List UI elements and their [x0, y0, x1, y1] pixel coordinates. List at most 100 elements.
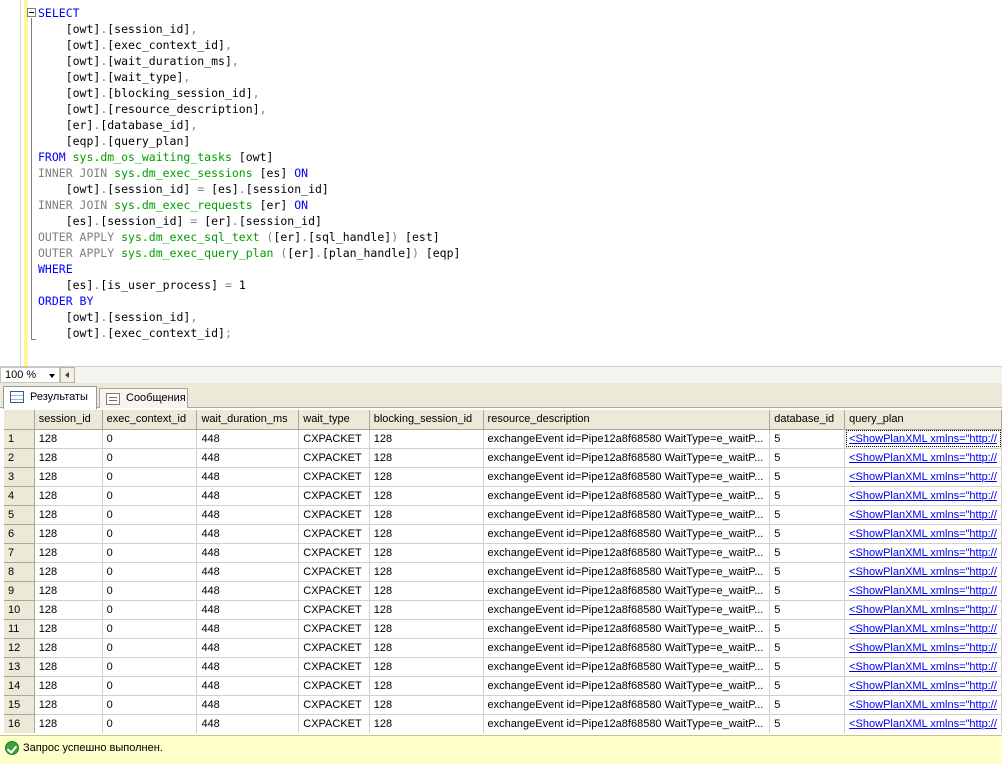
table-row[interactable]: 8 128 0 448 CXPACKET 128 exchangeEvent id=Pipe…	[4, 562, 1002, 582]
table-cell[interactable]: 448	[196, 486, 300, 506]
table-row[interactable]: 9 128 0 448 CXPACKET 128 exchangeEvent id=Pipe…	[4, 581, 1002, 601]
table-cell[interactable]: exchangeEvent id=Pipe12a8f68580 WaitType…	[483, 619, 771, 639]
table-cell[interactable]: 0	[102, 600, 198, 620]
column-header-session-id[interactable]: session_id	[34, 410, 103, 430]
table-cell[interactable]: 128	[34, 524, 103, 544]
row-number[interactable]: 8	[4, 562, 35, 582]
table-cell[interactable]: 128	[369, 695, 484, 715]
table-cell[interactable]: 128	[369, 581, 484, 601]
table-cell[interactable]: 128	[369, 505, 484, 525]
results-grid[interactable]: session_id exec_context_id wait_duration_m…	[4, 410, 1002, 733]
table-cell[interactable]: 0	[102, 448, 198, 468]
table-cell[interactable]: 5	[769, 638, 846, 658]
row-number[interactable]: 1	[4, 429, 35, 449]
table-cell[interactable]: 448	[196, 676, 300, 696]
table-cell[interactable]: exchangeEvent id=Pipe12a8f68580 WaitType…	[483, 486, 771, 506]
table-cell[interactable]: CXPACKET	[298, 448, 370, 468]
table-cell[interactable]: CXPACKET	[298, 467, 370, 487]
query-plan-link[interactable]: <ShowPlanXML xmlns="http://	[844, 600, 1002, 620]
table-cell[interactable]: exchangeEvent id=Pipe12a8f68580 WaitType…	[483, 638, 771, 658]
table-cell[interactable]: CXPACKET	[298, 676, 370, 696]
table-cell[interactable]: 128	[34, 676, 103, 696]
table-cell[interactable]: 128	[34, 638, 103, 658]
query-plan-link[interactable]: <ShowPlanXML xmlns="http://	[844, 638, 1002, 658]
table-cell[interactable]: 5	[769, 543, 846, 563]
table-cell[interactable]: 0	[102, 524, 198, 544]
column-header-blocking-session-id[interactable]: blocking_session_id	[369, 410, 484, 430]
table-cell[interactable]: 0	[102, 638, 198, 658]
table-cell[interactable]: 0	[102, 657, 198, 677]
table-cell[interactable]: 128	[369, 600, 484, 620]
query-plan-link[interactable]: <ShowPlanXML xmlns="http://	[844, 467, 1002, 487]
table-row[interactable]: 10 128 0 448 CXPACKET 128 exchangeEvent id=Pip…	[4, 600, 1002, 620]
row-number[interactable]: 3	[4, 467, 35, 487]
zoom-dropdown[interactable]: 100 %	[0, 367, 60, 383]
query-plan-link[interactable]: <ShowPlanXML xmlns="http://	[844, 543, 1002, 563]
table-cell[interactable]: 128	[34, 543, 103, 563]
table-cell[interactable]: 128	[369, 676, 484, 696]
table-cell[interactable]: 128	[34, 695, 103, 715]
table-cell[interactable]: 448	[196, 600, 300, 620]
table-cell[interactable]: 448	[196, 638, 300, 658]
table-cell[interactable]: CXPACKET	[298, 657, 370, 677]
query-plan-link[interactable]: <ShowPlanXML xmlns="http://	[844, 448, 1002, 468]
query-plan-link[interactable]: <ShowPlanXML xmlns="http://	[844, 676, 1002, 696]
table-cell[interactable]: CXPACKET	[298, 714, 370, 733]
table-cell[interactable]: 5	[769, 562, 846, 582]
table-cell[interactable]: exchangeEvent id=Pipe12a8f68580 WaitType…	[483, 543, 771, 563]
sql-editor[interactable]: SELECT [owt].[session_id], [owt].[exec_c…	[0, 0, 1002, 366]
table-cell[interactable]: 128	[34, 619, 103, 639]
table-cell[interactable]: exchangeEvent id=Pipe12a8f68580 WaitType…	[483, 676, 771, 696]
row-number[interactable]: 5	[4, 505, 35, 525]
table-cell[interactable]: CXPACKET	[298, 562, 370, 582]
query-plan-link[interactable]: <ShowPlanXML xmlns="http://	[844, 714, 1002, 733]
table-cell[interactable]: 128	[34, 505, 103, 525]
table-cell[interactable]: 448	[196, 524, 300, 544]
grid-corner[interactable]	[4, 410, 35, 430]
table-cell[interactable]: 448	[196, 429, 300, 449]
table-cell[interactable]: 448	[196, 562, 300, 582]
table-cell[interactable]: exchangeEvent id=Pipe12a8f68580 WaitType…	[483, 505, 771, 525]
row-number[interactable]: 10	[4, 600, 35, 620]
table-row[interactable]: 3 128 0 448 CXPACKET 128 exchangeEvent id=Pipe…	[4, 467, 1002, 487]
query-plan-link[interactable]: <ShowPlanXML xmlns="http://	[844, 486, 1002, 506]
table-cell[interactable]: 0	[102, 619, 198, 639]
table-cell[interactable]: exchangeEvent id=Pipe12a8f68580 WaitType…	[483, 695, 771, 715]
table-cell[interactable]: 128	[34, 657, 103, 677]
table-cell[interactable]: 5	[769, 600, 846, 620]
column-header-exec-context-id[interactable]: exec_context_id	[102, 410, 198, 430]
table-cell[interactable]: 0	[102, 676, 198, 696]
table-cell[interactable]: 128	[369, 524, 484, 544]
table-cell[interactable]: 448	[196, 581, 300, 601]
table-row[interactable]: 6 128 0 448 CXPACKET 128 exchangeEvent id=Pipe…	[4, 524, 1002, 544]
horizontal-scrollbar[interactable]	[75, 367, 1002, 383]
table-cell[interactable]: exchangeEvent id=Pipe12a8f68580 WaitType…	[483, 524, 771, 544]
table-cell[interactable]: exchangeEvent id=Pipe12a8f68580 WaitType…	[483, 581, 771, 601]
table-row[interactable]: 2 128 0 448 CXPACKET 128 exchangeEvent id=Pipe…	[4, 448, 1002, 468]
table-cell[interactable]: 128	[34, 600, 103, 620]
row-number[interactable]: 4	[4, 486, 35, 506]
column-header-query-plan[interactable]: query_plan	[844, 410, 1002, 430]
table-cell[interactable]: 128	[34, 581, 103, 601]
table-cell[interactable]: CXPACKET	[298, 581, 370, 601]
table-cell[interactable]: 128	[369, 448, 484, 468]
column-header-resource-description[interactable]: resource_description	[483, 410, 771, 430]
table-cell[interactable]: 5	[769, 619, 846, 639]
collapse-icon[interactable]	[27, 8, 36, 17]
query-plan-link[interactable]: <ShowPlanXML xmlns="http://	[844, 505, 1002, 525]
table-cell[interactable]: exchangeEvent id=Pipe12a8f68580 WaitType…	[483, 714, 771, 733]
row-number[interactable]: 9	[4, 581, 35, 601]
table-cell[interactable]: 128	[34, 486, 103, 506]
tab-messages[interactable]: Сообщения	[99, 388, 188, 408]
table-cell[interactable]: 448	[196, 505, 300, 525]
table-cell[interactable]: 5	[769, 486, 846, 506]
table-cell[interactable]: 128	[369, 467, 484, 487]
table-cell[interactable]: 128	[369, 429, 484, 449]
query-plan-link[interactable]: <ShowPlanXML xmlns="http://	[844, 524, 1002, 544]
table-cell[interactable]: 128	[34, 562, 103, 582]
table-cell[interactable]: 5	[769, 467, 846, 487]
table-cell[interactable]: 0	[102, 695, 198, 715]
table-cell[interactable]: 128	[369, 714, 484, 733]
row-number[interactable]: 16	[4, 714, 35, 733]
column-header-wait-duration-ms[interactable]: wait_duration_ms	[196, 410, 300, 430]
